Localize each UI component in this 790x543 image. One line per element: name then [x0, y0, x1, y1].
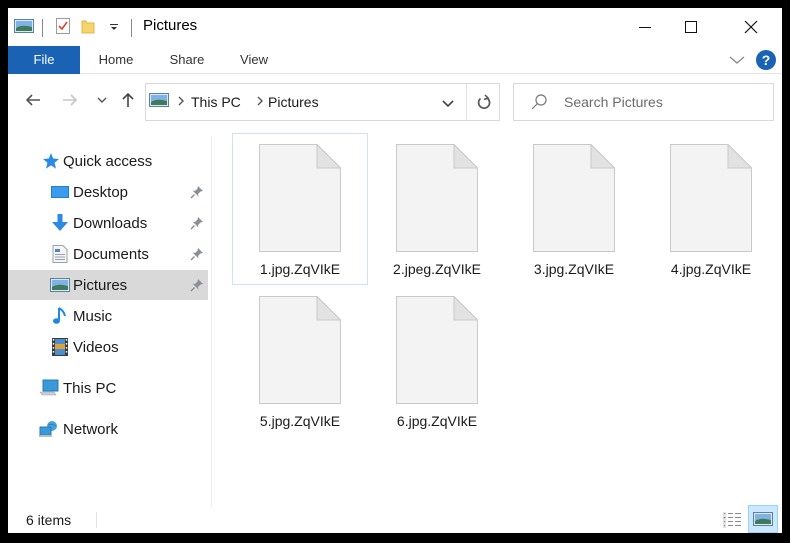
- chevron-down-icon: [97, 97, 107, 103]
- ribbon-tabs: File Home Share View ?: [8, 46, 782, 74]
- file-item[interactable]: 4.jpg.ZqVIkE: [643, 133, 779, 285]
- sidebar-item-videos[interactable]: Videos: [8, 332, 208, 362]
- refresh-icon: [477, 94, 490, 109]
- expand-ribbon-button[interactable]: [728, 52, 746, 68]
- computer-icon: [39, 378, 59, 398]
- status-separator: [96, 512, 97, 528]
- blank-document-icon: [670, 144, 752, 252]
- pin-icon[interactable]: [190, 185, 204, 199]
- file-list: 1.jpg.ZqVIkE 2.jpeg.ZqVIkE 3.jpg.ZqVIkE …: [213, 130, 782, 505]
- tab-file[interactable]: File: [8, 46, 80, 74]
- customize-dropdown-icon[interactable]: [109, 19, 119, 37]
- address-dropdown-button[interactable]: [437, 92, 459, 114]
- close-icon: [744, 20, 758, 34]
- toolbar-separator: [42, 19, 43, 37]
- address-bar[interactable]: This PC Pictures: [145, 83, 500, 121]
- download-icon: [50, 213, 70, 233]
- blank-document-icon: [396, 144, 478, 252]
- pictures-folder-icon[interactable]: [14, 18, 34, 38]
- large-icons-view-button[interactable]: [748, 505, 778, 533]
- file-name: 2.jpeg.ZqVIkE: [393, 261, 481, 277]
- sidebar-item-music[interactable]: Music: [8, 301, 208, 331]
- documents-icon: [50, 244, 70, 264]
- sidebar-item-desktop[interactable]: Desktop: [8, 177, 208, 207]
- window-title: Pictures: [143, 17, 198, 34]
- pictures-icon: [50, 275, 70, 295]
- navigation-pane: Quick access Desktop Downloads Documents…: [8, 138, 211, 503]
- breadcrumb-separator: [177, 95, 185, 109]
- music-icon: [50, 306, 70, 326]
- file-item[interactable]: 3.jpg.ZqVIkE: [506, 133, 642, 285]
- maximize-button[interactable]: [668, 8, 714, 46]
- sidebar-item-downloads[interactable]: Downloads: [8, 208, 208, 238]
- file-item[interactable]: 6.jpg.ZqVIkE: [369, 285, 505, 437]
- arrow-right-icon: [63, 94, 78, 106]
- search-input[interactable]: [564, 92, 764, 112]
- sidebar-item-documents[interactable]: Documents: [8, 239, 208, 269]
- blank-document-icon: [259, 296, 341, 404]
- tab-home[interactable]: Home: [88, 46, 144, 74]
- close-button[interactable]: [728, 8, 774, 46]
- tab-view[interactable]: View: [230, 46, 278, 74]
- chevron-down-icon: [729, 56, 745, 64]
- new-folder-icon[interactable]: [81, 18, 95, 39]
- file-name: 1.jpg.ZqVIkE: [259, 261, 341, 277]
- arrow-left-icon: [25, 94, 40, 106]
- navigation-bar: This PC Pictures: [8, 75, 782, 127]
- toolbar-separator: [131, 19, 132, 37]
- search-icon: [530, 93, 548, 116]
- network-icon: [39, 419, 59, 439]
- tab-share[interactable]: Share: [158, 46, 216, 74]
- chevron-down-icon: [442, 100, 454, 107]
- breadcrumb-this-pc[interactable]: This PC: [191, 94, 241, 110]
- pin-icon[interactable]: [190, 278, 204, 292]
- file-name: 6.jpg.ZqVIkE: [396, 413, 478, 429]
- videos-icon: [50, 337, 70, 357]
- back-button[interactable]: [21, 89, 45, 111]
- refresh-button[interactable]: [466, 84, 500, 120]
- pin-icon[interactable]: [190, 216, 204, 230]
- blank-document-icon: [533, 144, 615, 252]
- details-view-icon: [723, 512, 741, 528]
- search-box[interactable]: [513, 83, 774, 121]
- minimize-icon: [639, 27, 651, 28]
- blank-document-icon: [259, 144, 341, 252]
- quick-access-toolbar: [14, 17, 140, 39]
- file-explorer-window: Pictures File Home Share View ? This PC …: [8, 8, 782, 533]
- arrow-up-icon: [122, 92, 134, 107]
- recent-locations-button[interactable]: [90, 89, 114, 111]
- sidebar-item-this-pc[interactable]: This PC: [8, 373, 208, 403]
- help-button[interactable]: ?: [756, 50, 776, 70]
- status-bar: 6 items: [8, 505, 782, 533]
- sidebar-item-network[interactable]: Network: [8, 414, 208, 444]
- details-view-button[interactable]: [720, 510, 744, 530]
- pane-divider[interactable]: [211, 136, 212, 508]
- sidebar-item-quick-access[interactable]: Quick access: [8, 146, 208, 176]
- file-item[interactable]: 1.jpg.ZqVIkE: [232, 133, 368, 285]
- file-name: 5.jpg.ZqVIkE: [259, 413, 341, 429]
- star-icon: [41, 151, 61, 171]
- item-count: 6 items: [26, 512, 72, 528]
- properties-icon[interactable]: [55, 17, 71, 40]
- minimize-button[interactable]: [622, 8, 668, 46]
- breadcrumb-separator: [256, 95, 264, 109]
- breadcrumb-pictures[interactable]: Pictures: [268, 94, 319, 110]
- up-button[interactable]: [116, 89, 140, 111]
- large-icons-view-icon: [753, 512, 773, 526]
- blank-document-icon: [396, 296, 478, 404]
- pictures-location-icon: [149, 93, 169, 112]
- file-name: 4.jpg.ZqVIkE: [670, 261, 752, 277]
- desktop-icon: [50, 182, 70, 202]
- forward-button[interactable]: [58, 89, 82, 111]
- title-bar: Pictures: [8, 8, 782, 46]
- pin-icon[interactable]: [190, 247, 204, 261]
- sidebar-item-pictures[interactable]: Pictures: [8, 270, 208, 300]
- file-name: 3.jpg.ZqVIkE: [533, 261, 615, 277]
- maximize-icon: [685, 21, 697, 33]
- file-item[interactable]: 5.jpg.ZqVIkE: [232, 285, 368, 437]
- file-item[interactable]: 2.jpeg.ZqVIkE: [369, 133, 505, 285]
